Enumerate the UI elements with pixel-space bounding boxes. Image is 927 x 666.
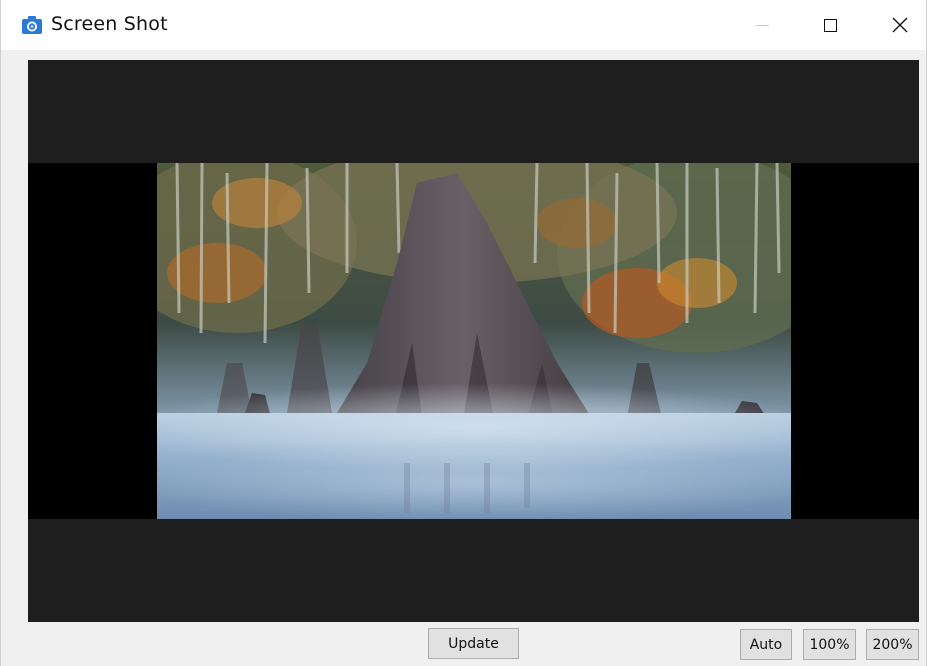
- screenshot-image: [157, 163, 791, 519]
- zoom-100-button[interactable]: 100%: [803, 629, 856, 660]
- maximize-button[interactable]: [807, 0, 853, 50]
- screenshot-preview-area: [28, 60, 919, 622]
- maximize-icon: [823, 18, 837, 32]
- window-title: Screen Shot: [51, 13, 168, 35]
- close-button[interactable]: [877, 0, 923, 50]
- minimize-button[interactable]: [739, 0, 785, 50]
- screen-shot-window: Screen Shot Update Auto 100% 200%: [0, 0, 927, 666]
- zoom-auto-button[interactable]: Auto: [740, 629, 792, 660]
- minimize-icon: [755, 24, 769, 26]
- camera-icon: [21, 15, 43, 35]
- update-button[interactable]: Update: [428, 628, 519, 659]
- title-bar[interactable]: Screen Shot: [1, 0, 926, 50]
- zoom-200-button[interactable]: 200%: [866, 629, 919, 660]
- close-icon: [892, 17, 908, 33]
